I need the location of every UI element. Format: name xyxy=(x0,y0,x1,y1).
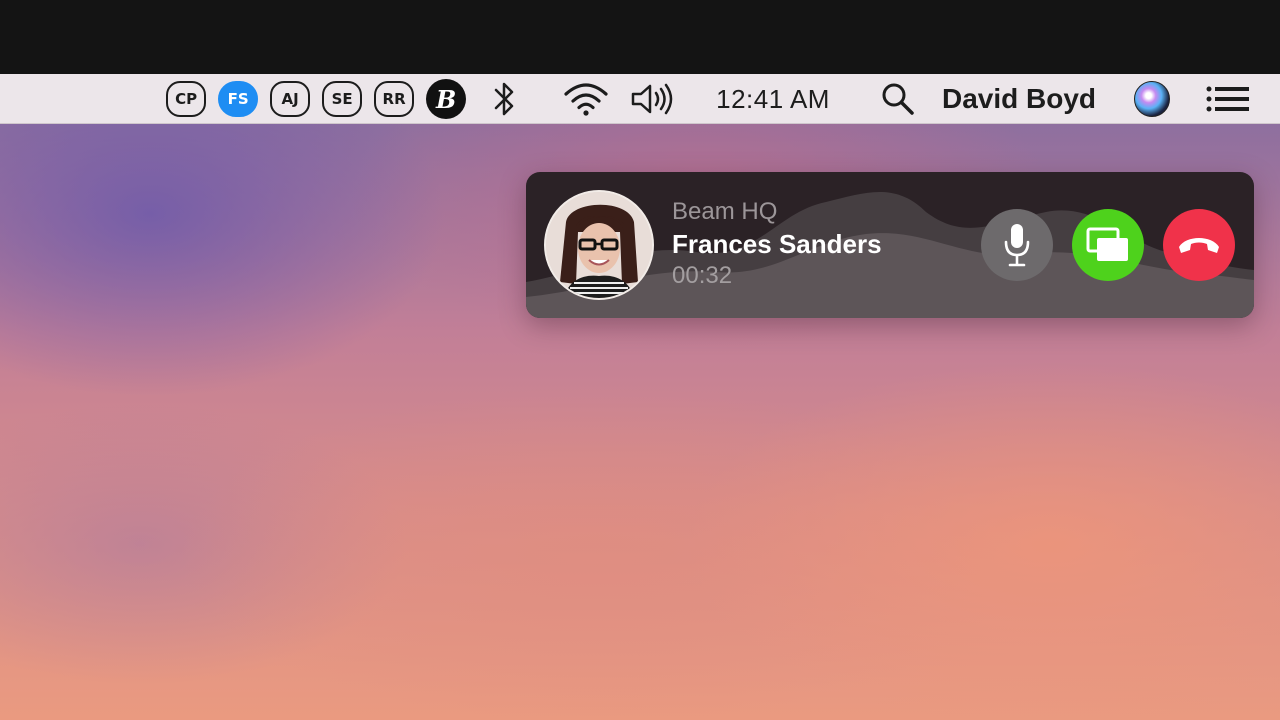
hang-up-button[interactable] xyxy=(1163,209,1235,281)
menu-list-icon[interactable] xyxy=(1206,79,1250,119)
call-widget: Beam HQ Frances Sanders 00:32 xyxy=(526,172,1254,318)
menu-bar-user-name[interactable]: David Boyd xyxy=(942,83,1096,115)
contact-badge-aj[interactable]: AJ xyxy=(270,81,311,117)
bluetooth-icon[interactable] xyxy=(492,79,518,119)
siri-icon[interactable] xyxy=(1134,81,1170,117)
screen-share-icon xyxy=(1086,227,1128,261)
call-info: Beam HQ Frances Sanders 00:32 xyxy=(672,196,882,292)
hang-up-icon xyxy=(1179,238,1219,253)
screen-share-button[interactable] xyxy=(1072,209,1144,281)
contact-badge-rr[interactable]: RR xyxy=(374,81,415,117)
contact-badge-fs[interactable]: FS xyxy=(218,81,259,117)
menu-bar: CP FS AJ SE RR B 12:41 AM David Boyd xyxy=(0,74,1280,124)
caller-avatar xyxy=(544,190,654,300)
call-group-name: Beam HQ xyxy=(672,198,778,225)
call-duration: 00:32 xyxy=(672,262,733,289)
mic-icon xyxy=(1004,224,1030,267)
beam-logo-icon[interactable]: B xyxy=(426,79,467,119)
wifi-icon[interactable] xyxy=(562,79,610,119)
contact-badge-se[interactable]: SE xyxy=(322,81,363,117)
top-black-bar xyxy=(0,0,1280,74)
mute-button[interactable] xyxy=(981,209,1053,281)
contact-badge-cp[interactable]: CP xyxy=(166,81,207,117)
caller-name: Frances Sanders xyxy=(672,229,882,259)
menu-bar-clock[interactable]: 12:41 AM xyxy=(716,84,830,115)
volume-icon[interactable] xyxy=(630,79,678,119)
search-icon[interactable] xyxy=(880,79,916,119)
menu-bar-status-items: CP FS AJ SE RR B 12:41 AM David Boyd xyxy=(166,74,1250,124)
